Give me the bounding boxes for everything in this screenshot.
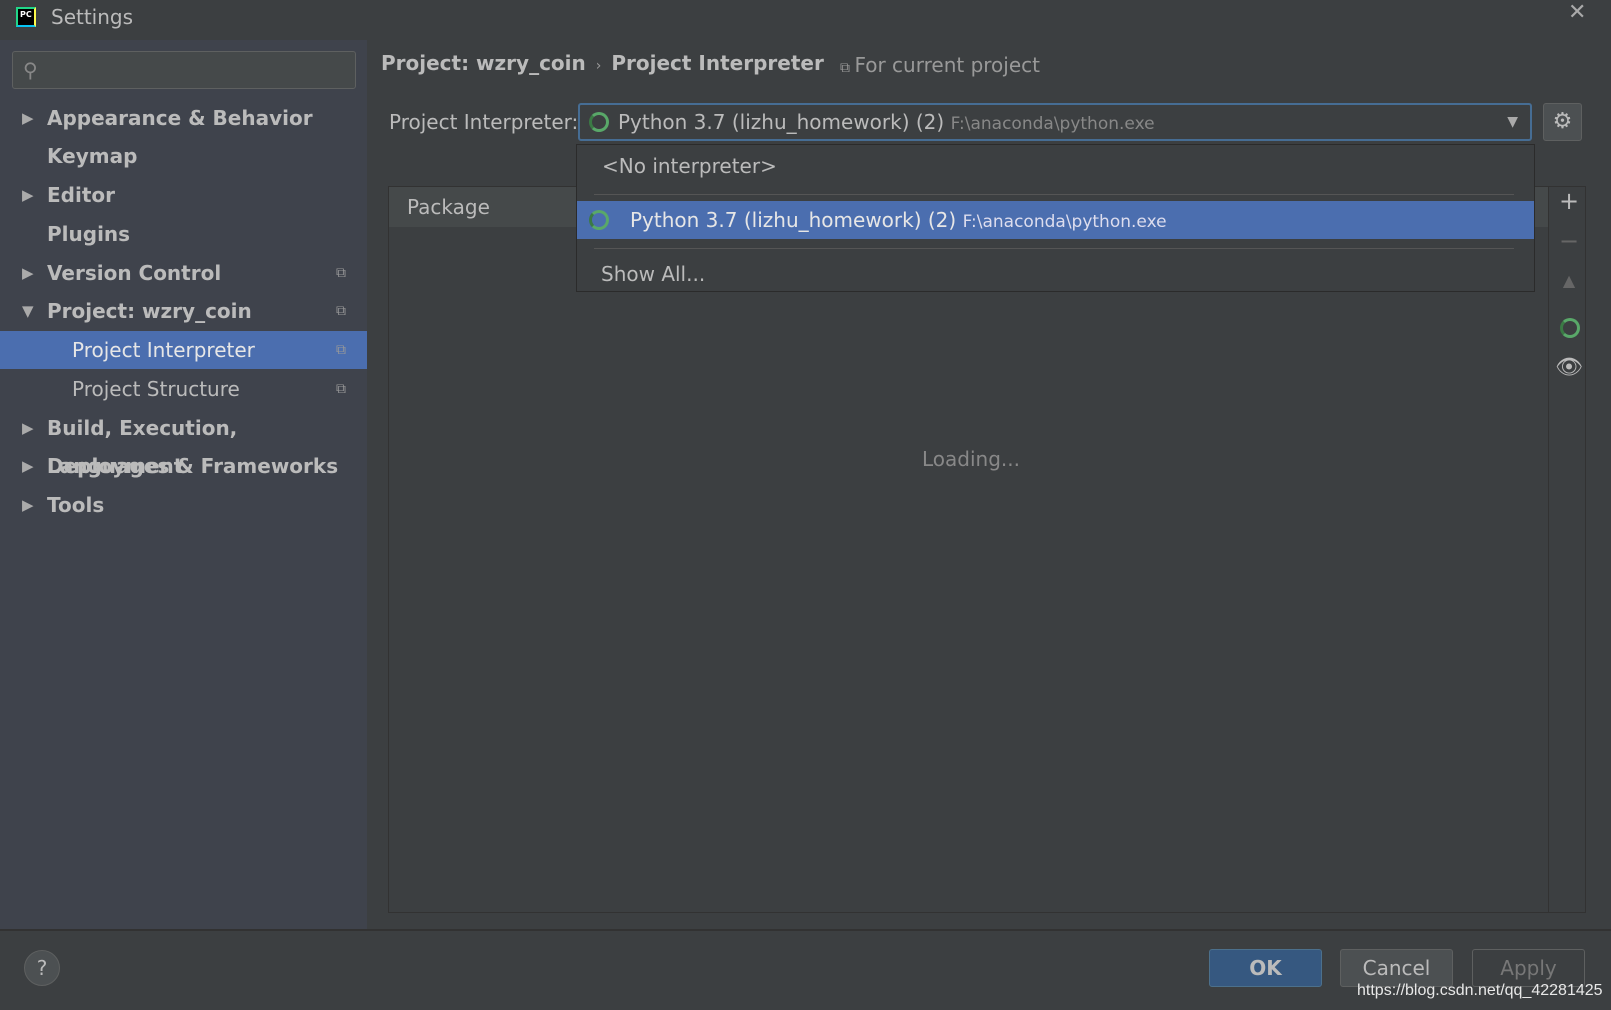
chevron-right-icon[interactable]: ▶ xyxy=(22,176,34,214)
packages-table: Package + − ▲ 👁 xyxy=(388,186,1586,913)
sidebar-item-project-wzry-coin[interactable]: ▼ Project: wzry_coin ⧉ xyxy=(0,292,367,330)
project-scope-icon: ⧉ xyxy=(336,265,346,281)
sidebar-item-label: Tools xyxy=(47,493,105,517)
sidebar-item-label: Languages & Frameworks xyxy=(47,454,339,478)
chevron-right-icon[interactable]: ▶ xyxy=(22,486,34,524)
popup-item-name: Python 3.7 (lizhu_homework) (2) xyxy=(630,208,957,232)
popup-item-no-interpreter[interactable]: <No interpreter> xyxy=(577,147,1534,185)
scope-label: ⧉ For current project xyxy=(840,53,1040,77)
title-bar: PC Settings ✕ xyxy=(0,0,1611,40)
loading-spinner-icon xyxy=(1560,318,1580,338)
help-button[interactable]: ? xyxy=(24,950,60,986)
sidebar-item-label: Plugins xyxy=(47,222,131,246)
sidebar-item-tools[interactable]: ▶ Tools xyxy=(0,486,367,524)
copy-icon: ⧉ xyxy=(840,60,855,76)
breadcrumb-separator: › xyxy=(595,58,602,74)
breadcrumb-current: Project Interpreter xyxy=(611,51,824,75)
interpreter-path: F:\anaconda\python.exe xyxy=(950,114,1155,134)
loading-text: Loading... xyxy=(922,447,1020,471)
interpreter-dropdown[interactable]: Python 3.7 (lizhu_homework) (2) F:\anaco… xyxy=(578,103,1532,141)
sidebar-item-label: Project Interpreter xyxy=(72,338,255,362)
sidebar-item-label: Editor xyxy=(47,183,115,207)
project-scope-icon: ⧉ xyxy=(336,303,346,319)
gear-icon: ⚙ xyxy=(1552,109,1573,134)
sidebar-item-languages-frameworks[interactable]: ▶ Languages & Frameworks xyxy=(0,447,367,485)
sidebar-item-editor[interactable]: ▶ Editor xyxy=(0,176,367,214)
chevron-down-icon: ▼ xyxy=(1507,114,1518,130)
toolbar-divider xyxy=(1548,187,1549,912)
popup-item-python37[interactable]: Python 3.7 (lizhu_homework) (2) F:\anaco… xyxy=(577,201,1534,239)
watermark: https://blog.csdn.net/qq_42281425 xyxy=(1357,982,1603,999)
sidebar-item-project-interpreter[interactable]: Project Interpreter ⧉ xyxy=(0,331,367,369)
popup-separator xyxy=(594,248,1514,249)
breadcrumb: Project: wzry_coin › Project Interpreter xyxy=(381,51,824,75)
search-input[interactable]: ⚲ xyxy=(12,51,356,89)
chevron-down-icon[interactable]: ▼ xyxy=(22,292,34,330)
chevron-right-icon[interactable]: ▶ xyxy=(22,409,34,447)
chevron-right-icon[interactable]: ▶ xyxy=(22,447,34,485)
remove-package-button[interactable]: − xyxy=(1551,227,1587,255)
search-icon: ⚲ xyxy=(23,58,38,82)
upgrade-package-button[interactable]: ▲ xyxy=(1551,271,1587,290)
breadcrumb-parent[interactable]: Project: wzry_coin xyxy=(381,51,586,75)
add-package-button[interactable]: + xyxy=(1551,187,1587,215)
interpreter-name: Python 3.7 (lizhu_homework) (2) xyxy=(618,110,945,134)
sidebar-item-label: Keymap xyxy=(47,144,138,168)
sidebar-item-plugins[interactable]: Plugins xyxy=(0,215,367,253)
interpreter-label: Project Interpreter: xyxy=(389,110,579,134)
chevron-right-icon[interactable]: ▶ xyxy=(22,99,34,137)
sidebar-item-label: Project Structure xyxy=(72,377,240,401)
sidebar-item-project-structure[interactable]: Project Structure ⧉ xyxy=(0,370,367,408)
popup-separator xyxy=(594,194,1514,195)
popup-item-show-all[interactable]: Show All... xyxy=(577,255,1534,293)
ide-status-bar xyxy=(0,1004,1611,1010)
chevron-right-icon[interactable]: ▶ xyxy=(22,254,34,292)
project-scope-icon: ⧉ xyxy=(336,342,346,358)
pycharm-logo-icon: PC xyxy=(16,7,36,27)
gear-button[interactable]: ⚙ xyxy=(1543,103,1582,141)
sidebar-item-label: Appearance & Behavior xyxy=(47,106,313,130)
loading-spinner-icon xyxy=(589,112,609,132)
sidebar-item-appearance-behavior[interactable]: ▶ Appearance & Behavior xyxy=(0,99,367,137)
show-early-releases-eye-icon[interactable]: 👁 xyxy=(1551,355,1587,380)
sidebar-item-version-control[interactable]: ▶ Version Control ⧉ xyxy=(0,254,367,292)
sidebar-item-keymap[interactable]: Keymap xyxy=(0,137,367,175)
interpreter-popup: <No interpreter> Python 3.7 (lizhu_homew… xyxy=(576,144,1535,292)
scope-text: For current project xyxy=(854,53,1040,77)
window-title: Settings xyxy=(51,5,134,29)
loading-spinner-icon xyxy=(589,210,609,230)
project-scope-icon: ⧉ xyxy=(336,381,346,397)
ok-button[interactable]: OK xyxy=(1209,949,1322,987)
close-icon[interactable]: ✕ xyxy=(1568,0,1586,25)
sidebar-item-label: Version Control xyxy=(47,261,222,285)
sidebar-item-build-execution-deployment[interactable]: ▶ Build, Execution, Deployment xyxy=(0,409,367,478)
popup-item-path: F:\anaconda\python.exe xyxy=(962,212,1167,232)
sidebar-item-label: Project: wzry_coin xyxy=(47,299,252,323)
